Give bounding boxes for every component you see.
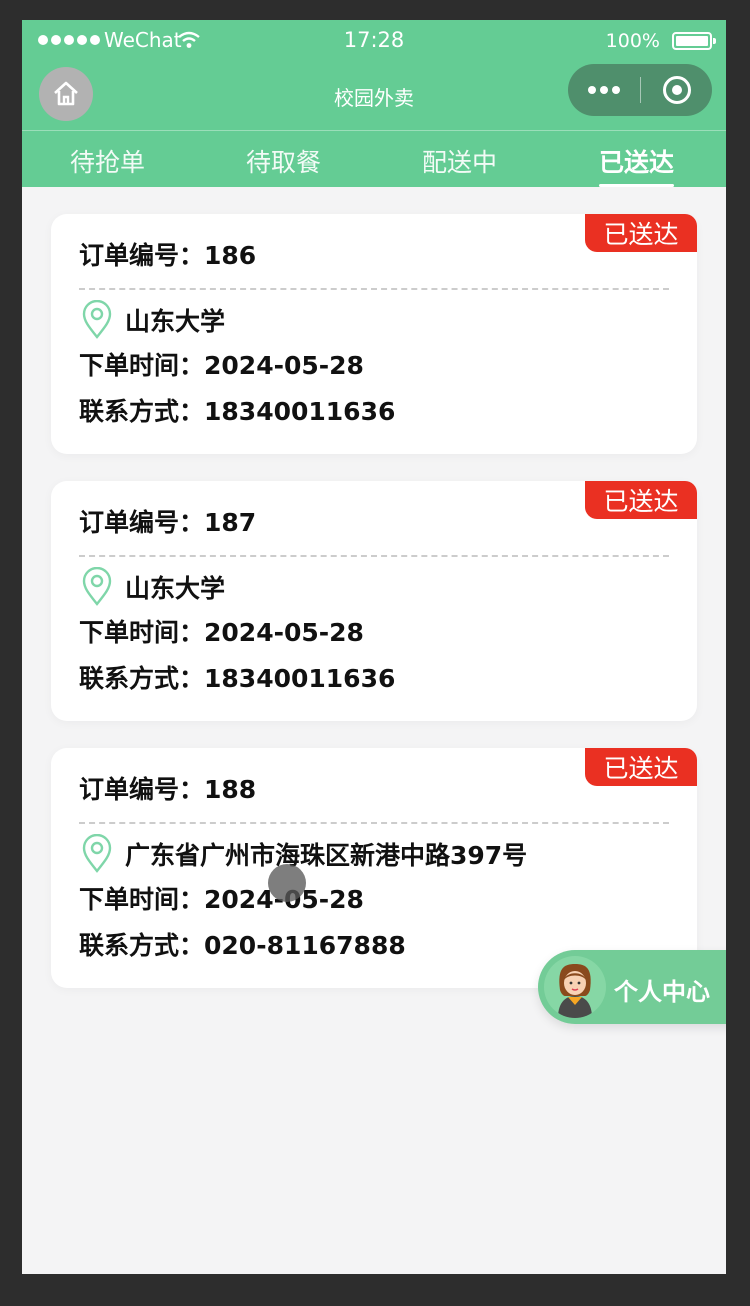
order-time-row: 下单时间：2024-05-28 bbox=[79, 346, 364, 382]
order-time-label: 下单时间： bbox=[79, 885, 205, 914]
order-time-label: 下单时间： bbox=[79, 618, 205, 647]
touch-indicator bbox=[268, 864, 306, 902]
address-row: 山东大学 bbox=[79, 567, 225, 607]
close-miniprogram-button[interactable] bbox=[641, 64, 712, 116]
status-tabs: 待抢单 待取餐 配送中 已送达 bbox=[22, 131, 726, 187]
order-time-row: 下单时间：2024-05-28 bbox=[79, 613, 364, 649]
status-badge: 已送达 bbox=[585, 481, 697, 519]
address-row: 山东大学 bbox=[79, 300, 225, 340]
battery-icon bbox=[672, 32, 716, 50]
contact-label: 联系方式： bbox=[79, 664, 205, 693]
tab-delivering[interactable]: 配送中 bbox=[422, 143, 497, 179]
order-number-value: 188 bbox=[204, 775, 257, 804]
location-pin-icon bbox=[82, 300, 112, 339]
personal-center-label: 个人中心 bbox=[614, 978, 710, 1006]
miniprogram-capsule bbox=[568, 64, 712, 116]
order-number-row: 订单编号：186 bbox=[79, 236, 256, 272]
location-pin-icon bbox=[82, 834, 112, 873]
battery-percent: 100% bbox=[605, 30, 660, 52]
order-number-label: 订单编号： bbox=[79, 775, 205, 804]
tab-waiting-pickup[interactable]: 待取餐 bbox=[246, 143, 321, 179]
contact-row: 联系方式：020-81167888 bbox=[79, 926, 406, 962]
contact-value: 18340011636 bbox=[204, 664, 396, 693]
order-number-label: 订单编号： bbox=[79, 508, 205, 537]
nav-bar: 校园外卖 bbox=[22, 62, 726, 130]
status-bar: WeChat 17:28 100% bbox=[22, 20, 726, 62]
contact-label: 联系方式： bbox=[79, 931, 205, 960]
order-number-value: 186 bbox=[204, 241, 257, 270]
dashed-divider bbox=[79, 555, 669, 557]
address-row: 广东省广州市海珠区新港中路397号 bbox=[79, 834, 527, 874]
order-number-label: 订单编号： bbox=[79, 241, 205, 270]
tab-waiting-grab[interactable]: 待抢单 bbox=[70, 143, 145, 179]
order-time-row: 下单时间：2024-05-28 bbox=[79, 880, 364, 916]
delivery-address: 广东省广州市海珠区新港中路397号 bbox=[125, 841, 528, 870]
contact-label: 联系方式： bbox=[79, 397, 205, 426]
more-dot-icon bbox=[588, 86, 596, 94]
order-number-row: 订单编号：187 bbox=[79, 503, 256, 539]
user-avatar-icon bbox=[558, 964, 592, 1018]
order-time-label: 下单时间： bbox=[79, 351, 205, 380]
order-time-value: 2024-05-28 bbox=[204, 618, 364, 647]
contact-value: 18340011636 bbox=[204, 397, 396, 426]
status-badge: 已送达 bbox=[585, 214, 697, 252]
avatar bbox=[544, 956, 606, 1018]
status-badge: 已送达 bbox=[585, 748, 697, 786]
personal-center-button[interactable]: 个人中心 bbox=[538, 950, 726, 1024]
dashed-divider bbox=[79, 288, 669, 290]
contact-value: 020-81167888 bbox=[204, 931, 406, 960]
more-dot-icon bbox=[600, 86, 608, 94]
more-dot-icon bbox=[612, 86, 620, 94]
order-time-value: 2024-05-28 bbox=[204, 351, 364, 380]
delivery-address: 山东大学 bbox=[125, 307, 226, 336]
delivery-address: 山东大学 bbox=[125, 574, 226, 603]
location-pin-icon bbox=[82, 567, 112, 606]
phone-screen: WeChat 17:28 100% 校园外卖 待抢单 待取餐 配送中 已送达 已… bbox=[22, 20, 726, 1274]
header: WeChat 17:28 100% 校园外卖 待抢单 待取餐 配送中 已送达 bbox=[22, 20, 726, 187]
order-number-value: 187 bbox=[204, 508, 257, 537]
contact-row: 联系方式：18340011636 bbox=[79, 659, 395, 695]
tab-delivered[interactable]: 已送达 bbox=[599, 143, 675, 187]
target-icon bbox=[662, 76, 691, 104]
order-card[interactable]: 已送达 订单编号：187 山东大学 下单时间：2024-05-28 联系方式：1… bbox=[51, 481, 697, 721]
more-button[interactable] bbox=[568, 64, 640, 116]
dashed-divider bbox=[79, 822, 669, 824]
order-number-row: 订单编号：188 bbox=[79, 770, 256, 806]
order-card[interactable]: 已送达 订单编号：186 山东大学 下单时间：2024-05-28 联系方式：1… bbox=[51, 214, 697, 454]
contact-row: 联系方式：18340011636 bbox=[79, 392, 395, 428]
